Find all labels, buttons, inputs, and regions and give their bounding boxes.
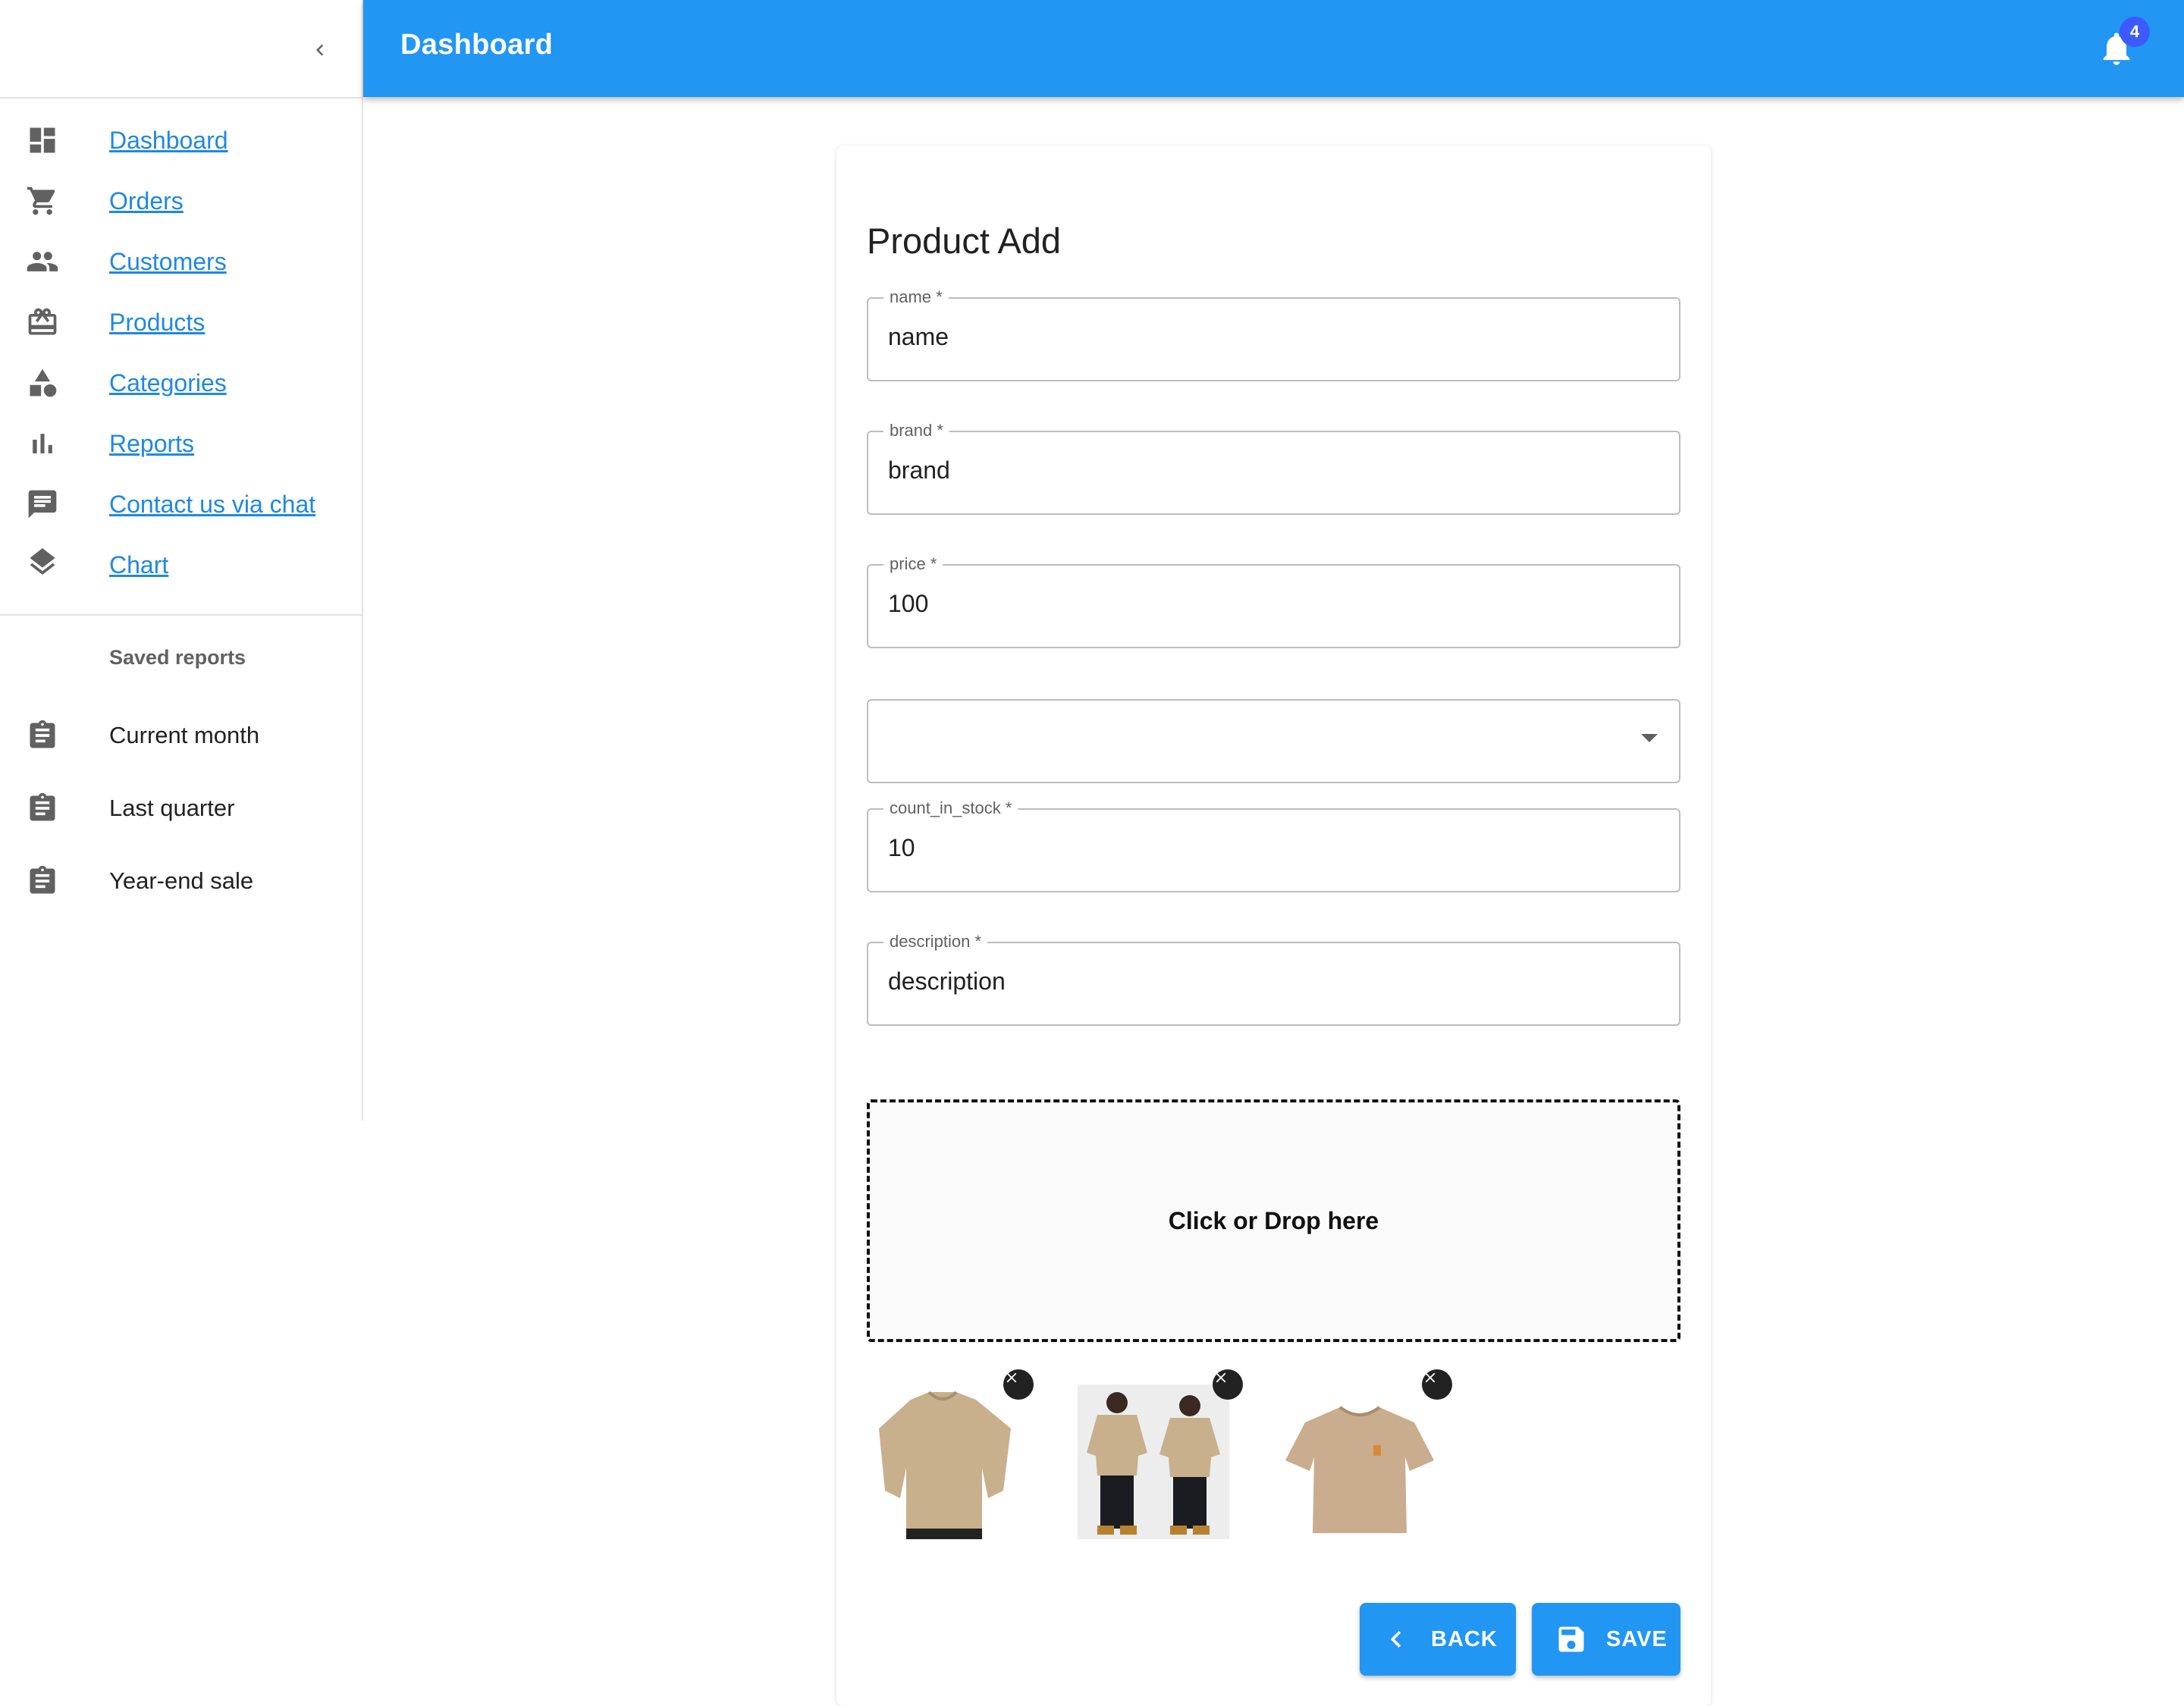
back-button-label: BACK — [1431, 1626, 1498, 1651]
image-thumbnail-2 — [1078, 1369, 1243, 1539]
description-input[interactable] — [888, 967, 1646, 996]
sidebar-item-label[interactable]: Orders — [109, 187, 184, 215]
dashboard-icon — [21, 119, 64, 162]
save-button[interactable]: SAVE — [1532, 1603, 1680, 1676]
sidebar-item-products[interactable]: Products — [0, 292, 362, 353]
close-icon — [1425, 1372, 1436, 1383]
sidebar-item-customers[interactable]: Customers — [0, 231, 362, 292]
image-thumbnail-3 — [1282, 1369, 1452, 1539]
bar-chart-icon — [21, 422, 64, 465]
cart-icon — [21, 180, 64, 222]
saved-report-last-quarter[interactable]: Last quarter — [0, 772, 362, 845]
sidebar-item-contact-chat[interactable]: Contact us via chat — [0, 474, 362, 535]
sidebar-item-orders[interactable]: Orders — [0, 171, 362, 231]
price-field-label: price * — [883, 555, 943, 573]
assignment-icon — [21, 714, 64, 757]
category-select[interactable] — [867, 699, 1680, 783]
app-bar: Dashboard 4 — [363, 0, 2184, 97]
remove-image-button[interactable] — [1213, 1369, 1243, 1400]
price-field[interactable]: price * — [867, 555, 1680, 648]
chevron-left-icon — [1390, 1631, 1401, 1648]
name-input[interactable] — [888, 323, 1646, 351]
saved-report-current-month[interactable]: Current month — [0, 699, 362, 772]
dropzone-text: Click or Drop here — [1168, 1206, 1379, 1234]
price-input[interactable] — [888, 590, 1646, 618]
sidebar-item-label[interactable]: Categories — [109, 369, 227, 397]
sidebar-nav: Dashboard Orders Customers Products Cate… — [0, 99, 362, 595]
sidebar-item-label[interactable]: Customers — [109, 248, 227, 276]
people-icon — [21, 240, 64, 283]
product-image — [867, 1385, 1022, 1539]
gift-card-icon — [21, 301, 64, 343]
layers-icon — [21, 544, 64, 586]
name-field[interactable]: name * — [867, 288, 1680, 381]
saved-report-year-end-sale[interactable]: Year-end sale — [0, 845, 362, 917]
sidebar-item-chart[interactable]: Chart — [0, 535, 362, 595]
saved-reports-header: Saved reports — [109, 645, 246, 669]
collapse-sidebar-button[interactable] — [300, 30, 340, 70]
sidebar-header — [0, 0, 362, 99]
sidebar-item-reports[interactable]: Reports — [0, 413, 362, 474]
dropdown-arrow-icon — [1641, 734, 1658, 742]
product-add-card: Product Add name * brand * price * count… — [836, 146, 1711, 1706]
sidebar-item-dashboard[interactable]: Dashboard — [0, 110, 362, 171]
brand-field-label: brand * — [883, 422, 949, 440]
chevron-left-icon — [316, 44, 324, 56]
description-field-label: description * — [883, 933, 988, 951]
count-in-stock-field[interactable]: count_in_stock * — [867, 799, 1680, 892]
image-thumbnail-1 — [867, 1369, 1034, 1539]
close-icon — [1006, 1372, 1017, 1383]
chat-icon — [21, 483, 64, 525]
sidebar-item-label[interactable]: Contact us via chat — [109, 491, 315, 519]
assignment-icon — [21, 860, 64, 902]
saved-report-label: Current month — [109, 722, 260, 748]
shapes-icon — [21, 362, 64, 404]
sidebar-item-label[interactable]: Products — [109, 309, 205, 337]
save-icon — [1558, 1626, 1584, 1652]
remove-image-button[interactable] — [1422, 1369, 1452, 1400]
sidebar: Dashboard Orders Customers Products Cate… — [0, 0, 363, 1121]
sidebar-item-label[interactable]: Chart — [109, 551, 168, 579]
name-field-label: name * — [883, 288, 949, 306]
notification-badge: 4 — [2120, 17, 2150, 47]
sidebar-item-label[interactable]: Dashboard — [109, 127, 228, 155]
save-button-label: SAVE — [1606, 1626, 1668, 1651]
assignment-icon — [21, 787, 64, 829]
count-in-stock-field-label: count_in_stock * — [883, 799, 1018, 817]
form-title: Product Add — [867, 221, 1062, 261]
image-dropzone[interactable]: Click or Drop here — [867, 1099, 1680, 1342]
saved-report-label: Year-end sale — [109, 867, 254, 894]
product-image — [1078, 1385, 1229, 1539]
count-in-stock-input[interactable] — [888, 834, 1646, 862]
sidebar-item-label[interactable]: Reports — [109, 430, 194, 458]
saved-report-label: Last quarter — [109, 795, 235, 821]
page-title: Dashboard — [400, 29, 554, 61]
brand-field[interactable]: brand * — [867, 422, 1680, 515]
remove-image-button[interactable] — [1003, 1369, 1034, 1400]
product-image — [1282, 1385, 1438, 1539]
sidebar-item-categories[interactable]: Categories — [0, 353, 362, 413]
back-button[interactable]: BACK — [1360, 1603, 1516, 1676]
description-field[interactable]: description * — [867, 933, 1680, 1026]
brand-input[interactable] — [888, 456, 1646, 485]
close-icon — [1216, 1372, 1226, 1383]
